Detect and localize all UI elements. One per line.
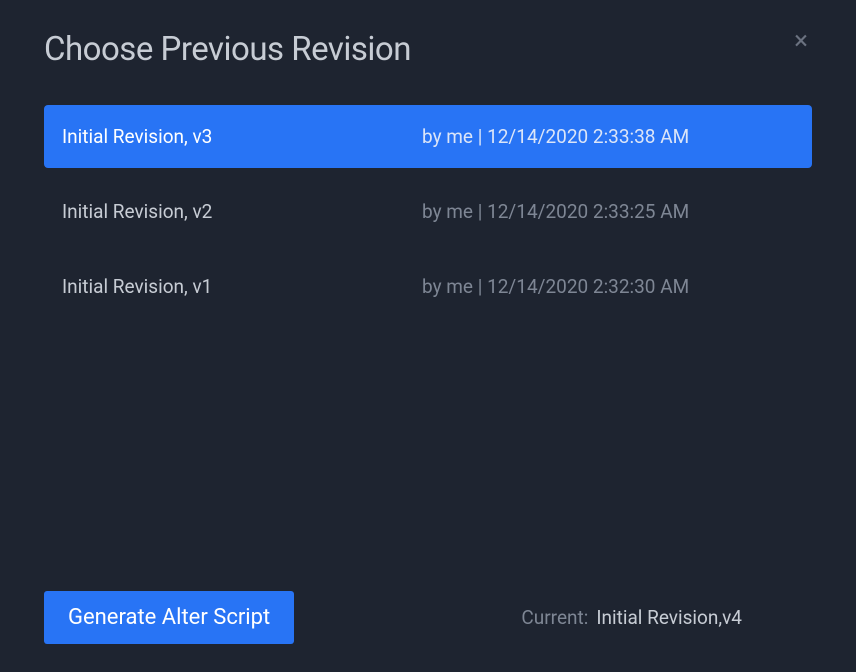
current-label: Current:	[521, 606, 588, 629]
revision-meta: by me | 12/14/2020 2:33:25 AM	[422, 200, 689, 223]
revision-item[interactable]: Initial Revision, v3 by me | 12/14/2020 …	[44, 105, 812, 168]
revision-meta: by me | 12/14/2020 2:32:30 AM	[422, 275, 689, 298]
choose-revision-dialog: Choose Previous Revision × Initial Revis…	[0, 0, 856, 672]
dialog-title: Choose Previous Revision	[44, 30, 411, 69]
revision-label: Initial Revision, v1	[62, 275, 422, 298]
revision-item[interactable]: Initial Revision, v1 by me | 12/14/2020 …	[44, 255, 812, 318]
revision-list: Initial Revision, v3 by me | 12/14/2020 …	[0, 89, 856, 318]
revision-label: Initial Revision, v2	[62, 200, 422, 223]
dialog-header: Choose Previous Revision ×	[0, 0, 856, 89]
revision-label: Initial Revision, v3	[62, 125, 422, 148]
generate-alter-script-button[interactable]: Generate Alter Script	[44, 591, 294, 644]
revision-item[interactable]: Initial Revision, v2 by me | 12/14/2020 …	[44, 180, 812, 243]
current-revision-info: Current: Initial Revision,v4	[521, 606, 742, 629]
dialog-footer: Generate Alter Script Current: Initial R…	[44, 591, 812, 644]
revision-meta: by me | 12/14/2020 2:33:38 AM	[422, 125, 689, 148]
current-value: Initial Revision,v4	[596, 606, 742, 629]
close-icon[interactable]: ×	[790, 28, 812, 54]
